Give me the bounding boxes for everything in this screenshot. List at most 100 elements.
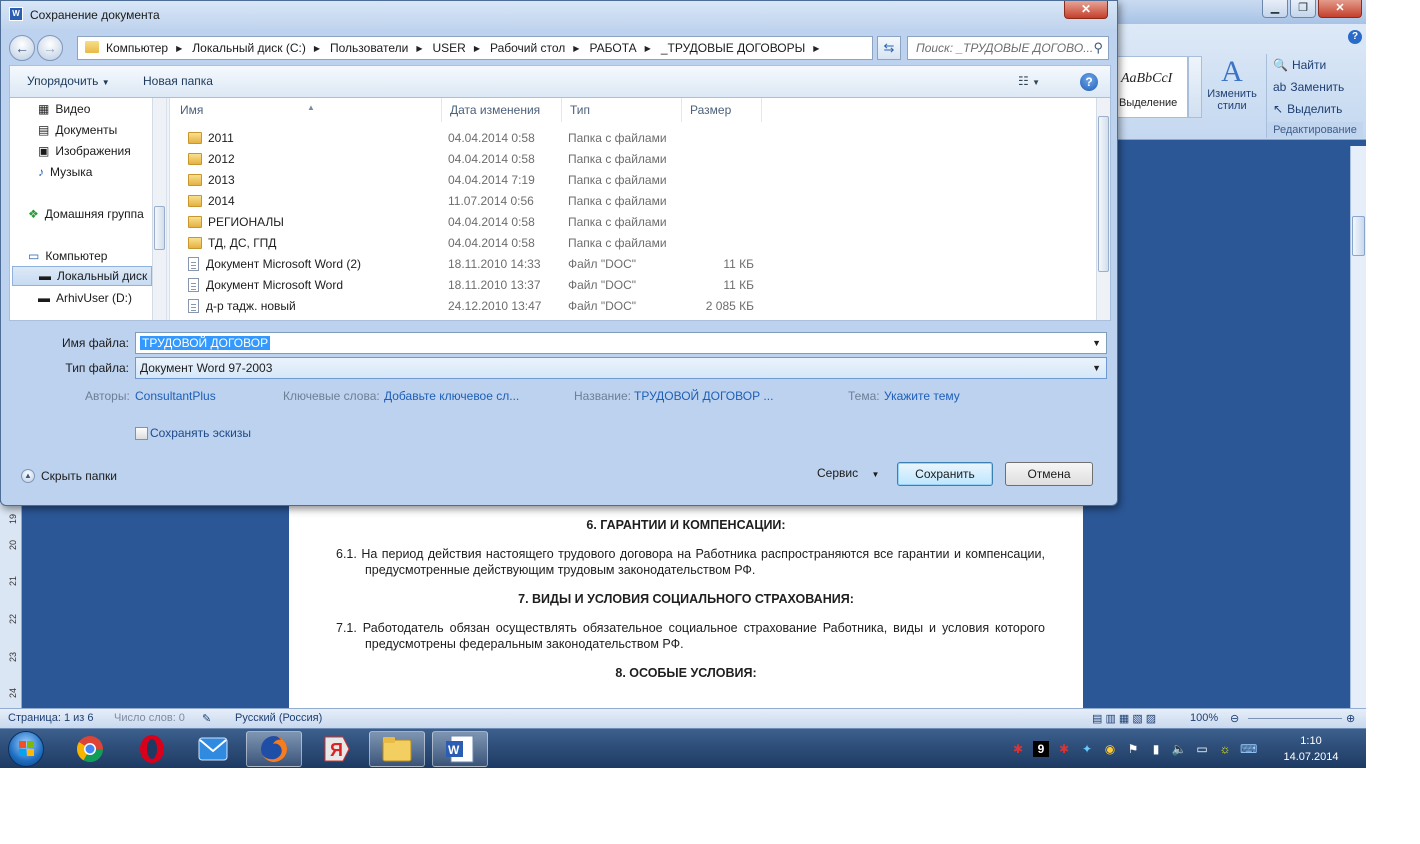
language[interactable]: Русский (Россия)	[235, 712, 322, 724]
cancel-button[interactable]: Отмена	[1005, 462, 1093, 486]
explorer-taskbar-icon[interactable]	[369, 731, 425, 767]
file-row[interactable]: ТД, ДС, ГПД 04.04.2014 0:58 Папка с файлам…	[172, 233, 1096, 254]
yandex-taskbar-icon[interactable]: Я	[308, 731, 364, 767]
organize-button[interactable]: Упорядочить ▼	[27, 74, 110, 88]
nav-item-pictures[interactable]: ▣ Изображения	[38, 141, 131, 161]
select-button[interactable]: ↖ Выделить	[1267, 98, 1362, 120]
chrome-taskbar-icon[interactable]	[62, 731, 118, 767]
nav-item-music[interactable]: ♪ Музыка	[38, 162, 92, 182]
authors-value[interactable]: ConsultantPlus	[135, 389, 216, 403]
help-icon[interactable]: ?	[1348, 30, 1362, 44]
file-row[interactable]: 2014 11.07.2014 0:56 Папка с файлами	[172, 191, 1096, 212]
dialog-close-button[interactable]: ✕	[1064, 1, 1108, 19]
minimize-button[interactable]: ▁	[1262, 0, 1288, 18]
scroll-thumb[interactable]	[1352, 216, 1365, 256]
view-options-button[interactable]: ☷ ▼	[1018, 74, 1040, 88]
chevron-down-icon[interactable]: ▼	[1092, 333, 1101, 353]
page-count[interactable]: Страница: 1 из 6	[8, 712, 94, 724]
column-header-size[interactable]: Размер	[682, 98, 762, 122]
document-scrollbar[interactable]	[1350, 146, 1366, 708]
close-button[interactable]: ✕	[1318, 0, 1362, 18]
file-row[interactable]: РЕГИОНАЛЫ 04.04.2014 0:58 Папка с файлами	[172, 212, 1096, 233]
tray-badge-icon[interactable]: 9	[1033, 741, 1049, 757]
opera-taskbar-icon[interactable]	[124, 731, 180, 767]
tray-app-icon[interactable]: ✱	[1010, 741, 1026, 757]
action-center-flag-icon[interactable]: ⚑	[1125, 741, 1141, 757]
replace-button[interactable]: ab Заменить	[1267, 76, 1362, 98]
change-styles-button[interactable]: A Изменить стили	[1202, 56, 1262, 122]
save-thumbnails-checkbox[interactable]	[135, 427, 148, 440]
nav-item-documents[interactable]: ▤ Документы	[38, 120, 117, 140]
start-button[interactable]	[8, 731, 44, 767]
mail-taskbar-icon[interactable]	[185, 731, 241, 767]
zoom-out-icon[interactable]: ⊖	[1230, 712, 1239, 725]
nav-item-homegroup[interactable]: ❖ Домашняя группа	[28, 204, 144, 224]
column-header-date[interactable]: Дата изменения	[442, 98, 562, 122]
usb-device-icon[interactable]: ▭	[1194, 741, 1210, 757]
subject-value[interactable]: Укажите тему	[884, 389, 960, 403]
tray-device-icon[interactable]: ▮	[1148, 741, 1164, 757]
file-row[interactable]: Документ Microsoft Word (2) 18.11.2010 14…	[172, 254, 1096, 275]
quick-styles-gallery[interactable]: AaBbCcI Выделение	[1116, 56, 1188, 118]
volume-icon[interactable]: 🔈	[1171, 741, 1187, 757]
breadcrumb-item[interactable]: Локальный диск (C:) ▶	[192, 41, 320, 55]
breadcrumb-item[interactable]: _ТРУДОВЫЕ ДОГОВОРЫ ▶	[661, 41, 820, 55]
zoom-in-icon[interactable]: ⊕	[1346, 712, 1355, 725]
file-row[interactable]: 2011 04.04.2014 0:58 Папка с файлами	[172, 128, 1096, 149]
scroll-thumb[interactable]	[1098, 116, 1109, 272]
keywords-value[interactable]: Добавьте ключевое сл...	[384, 389, 519, 403]
find-button[interactable]: 🔍 Найти	[1267, 54, 1362, 76]
styles-scroll[interactable]	[1188, 56, 1202, 118]
hide-folders-button[interactable]: ▲ Скрыть папки	[21, 469, 117, 483]
search-input[interactable]: Поиск: _ТРУДОВЫЕ ДОГОВО... ⚲	[907, 36, 1109, 60]
view-buttons[interactable]: ▤ ▥ ▦ ▧ ▨	[1092, 712, 1156, 725]
chevron-down-icon[interactable]: ▼	[1092, 358, 1101, 378]
title-value[interactable]: ТРУДОВОЙ ДОГОВОР ...	[634, 389, 773, 403]
breadcrumb-item[interactable]: РАБОТА ▶	[589, 41, 650, 55]
breadcrumb-item[interactable]: USER ▶	[432, 41, 480, 55]
file-list-scrollbar[interactable]	[1096, 98, 1110, 320]
nav-item-video[interactable]: ▦ Видео	[38, 99, 90, 119]
save-button[interactable]: Сохранить	[897, 462, 993, 486]
breadcrumb-item[interactable]: Пользователи ▶	[330, 41, 422, 55]
file-row[interactable]: Документ Microsoft Word 18.11.2010 13:37 Ф…	[172, 275, 1096, 296]
firefox-taskbar-icon[interactable]	[246, 731, 302, 767]
back-button[interactable]: ←	[9, 35, 35, 61]
breadcrumb-item[interactable]: Рабочий стол ▶	[490, 41, 579, 55]
tools-button[interactable]: Сервис ▼	[817, 466, 879, 480]
proofing-icon[interactable]: ✎	[202, 712, 211, 725]
address-bar[interactable]: Компьютер ▶ Локальный диск (C:) ▶ Пользова…	[77, 36, 939, 60]
file-row[interactable]: 2012 04.04.2014 0:58 Папка с файлами	[172, 149, 1096, 170]
file-row[interactable]: 2013 04.04.2014 7:19 Папка с файлами	[172, 170, 1096, 191]
document-page[interactable]: 6. ГАРАНТИИ И КОМПЕНСАЦИИ: 6.1. На перио…	[289, 502, 1083, 708]
word-count[interactable]: Число слов: 0	[114, 712, 185, 724]
tray-chrome-icon[interactable]: ◉	[1102, 741, 1118, 757]
maximize-button[interactable]: ❐	[1290, 0, 1316, 18]
refresh-button[interactable]: ⇆	[877, 36, 901, 60]
forward-button[interactable]: →	[37, 35, 63, 61]
language-bar-icon[interactable]: ⌨	[1240, 741, 1257, 757]
scroll-thumb[interactable]	[154, 206, 165, 250]
nav-item-computer[interactable]: ▭ Компьютер	[28, 246, 107, 266]
filename-input[interactable]: ТРУДОВОЙ ДОГОВОР ▼	[135, 332, 1107, 354]
pane-splitter[interactable]	[166, 98, 170, 320]
new-folder-button[interactable]: Новая папка	[143, 74, 213, 88]
zoom-slider[interactable]	[1248, 718, 1342, 719]
save-thumbnails-label[interactable]: Сохранять эскизы	[150, 426, 251, 440]
column-header-type[interactable]: Тип	[562, 98, 682, 122]
nav-item-drive-d[interactable]: ▬ ArhivUser (D:)	[38, 288, 132, 308]
help-button[interactable]: ?	[1080, 73, 1098, 91]
nav-scrollbar[interactable]	[152, 98, 166, 320]
zoom-level[interactable]: 100%	[1190, 712, 1218, 724]
nav-item-local-disk[interactable]: ▬ Локальный диск	[12, 266, 152, 286]
file-row[interactable]: д-р тадж. новый 24.12.2010 13:47 Файл "DOC…	[172, 296, 1096, 317]
clock[interactable]: 1:10 14.07.2014	[1280, 733, 1342, 765]
word-taskbar-icon[interactable]: W	[432, 731, 488, 767]
breadcrumb-item[interactable]: Компьютер ▶	[106, 41, 182, 55]
column-header-name[interactable]: Имя ▲	[172, 98, 442, 122]
tray-app-icon[interactable]: ✱	[1056, 741, 1072, 757]
search-icon[interactable]: ⚲	[1093, 37, 1103, 59]
tray-network-icon[interactable]: ✦	[1079, 741, 1095, 757]
tray-sun-icon[interactable]: ☼	[1217, 741, 1233, 757]
filetype-select[interactable]: Документ Word 97-2003 ▼	[135, 357, 1107, 379]
